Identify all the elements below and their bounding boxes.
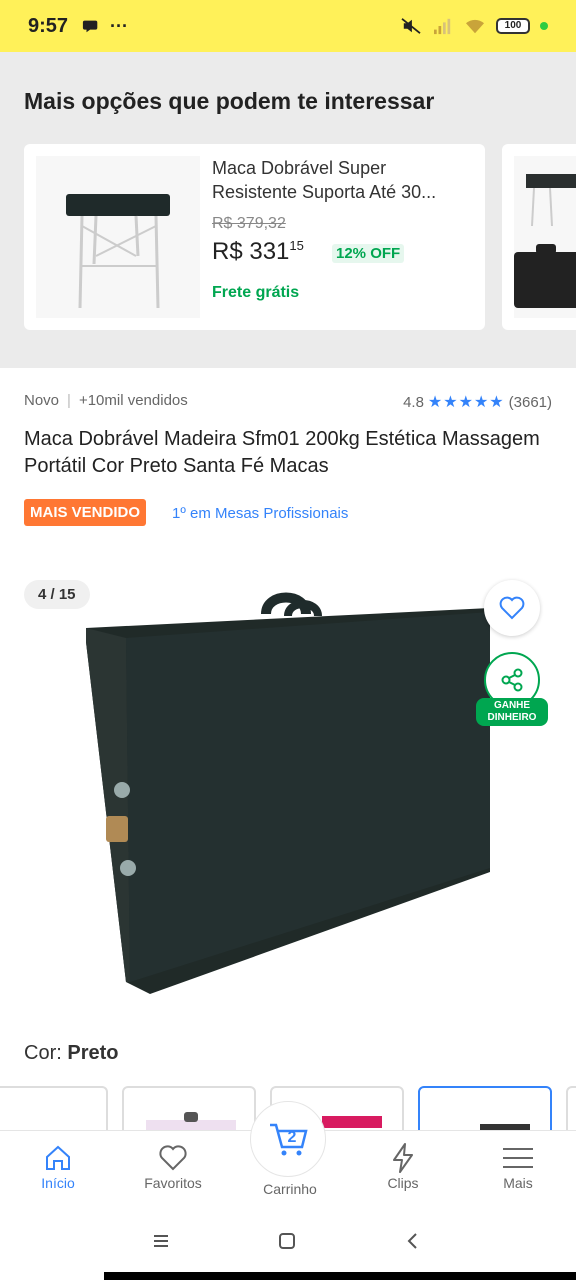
bottom-navigation: Início Favoritos 2 Carrinho Clips Mais (0, 1101, 576, 1214)
battery-indicator: 100 (496, 18, 530, 34)
more-notifications-icon: ··· (110, 15, 129, 36)
image-counter: 4 / 15 (24, 580, 90, 609)
product-title: Maca Dobrável Madeira Sfm01 200kg Estéti… (24, 428, 540, 477)
earn-money-label[interactable]: GANHE DINHEIRO (476, 698, 548, 726)
color-swatch-selected[interactable] (418, 1086, 552, 1136)
gesture-bar (104, 1272, 576, 1280)
color-swatch[interactable] (566, 1086, 576, 1136)
cart-icon: 2 (270, 1123, 308, 1156)
recommendation-name: Maca Dobrável Super Resistente Suporta A… (212, 158, 437, 202)
rating-value: 4.8 (403, 393, 424, 411)
favorite-button[interactable] (484, 580, 540, 636)
rating-count: (3661) (508, 393, 552, 411)
wifi-icon (466, 19, 484, 34)
recommendation-image (36, 156, 200, 318)
color-selector-label: Cor: Preto (24, 1042, 119, 1064)
system-navigation (0, 1214, 576, 1280)
chat-notification-icon (82, 20, 98, 33)
signal-icon (434, 18, 451, 35)
privacy-dot (540, 22, 548, 30)
nav-clips[interactable]: Clips (358, 1141, 448, 1191)
lightning-icon (393, 1143, 413, 1173)
home-system-icon[interactable] (278, 1232, 296, 1250)
back-icon[interactable] (404, 1232, 422, 1250)
nav-home[interactable]: Início (13, 1141, 103, 1191)
cart-count: 2 (288, 1129, 297, 1146)
nav-favorites[interactable]: Favoritos (128, 1141, 218, 1191)
heart-icon (499, 596, 525, 620)
heart-icon (159, 1145, 187, 1171)
category-ranking-link[interactable]: 1º em Mesas Profissionais (172, 505, 348, 522)
nav-more[interactable]: Mais (473, 1141, 563, 1191)
recommendation-discount: 12% OFF (332, 244, 405, 263)
product-condition: Novo (24, 392, 60, 409)
recommendations-title: Mais opções que podem te interessar (24, 88, 435, 114)
product-sold-count: +10mil vendidos (78, 392, 188, 409)
rating-stars-icon: ★★★★★ (427, 394, 505, 411)
status-bar: 9:57 ··· 100 (0, 0, 576, 52)
color-swatch[interactable] (0, 1086, 108, 1136)
share-icon (501, 668, 523, 692)
color-swatch[interactable] (122, 1086, 256, 1136)
recommendation-price: R$ 33115 (212, 238, 304, 265)
mute-icon (401, 18, 421, 34)
nav-cart[interactable]: 2 (250, 1101, 326, 1177)
product-gallery[interactable]: 4 / 15 GANHE DINHEIRO (0, 560, 576, 1020)
recommendation-card-next[interactable] (502, 144, 576, 330)
recommendations-section: Mais opções que podem te interessar Maca… (0, 52, 576, 368)
recommendation-card[interactable]: Maca Dobrável Super Resistente Suporta A… (24, 144, 485, 330)
recommendation-shipping: Frete grátis (212, 284, 300, 301)
nav-cart-label: Carrinho (263, 1181, 317, 1197)
menu-icon (503, 1148, 533, 1168)
status-time: 9:57 (28, 14, 69, 37)
best-seller-badge: MAIS VENDIDO (24, 499, 147, 526)
product-meta: Novo | +10mil vendidos (24, 392, 188, 409)
selected-color: Preto (67, 1042, 119, 1064)
recommendation-old-price: R$ 379,32 (212, 215, 286, 232)
product-rating[interactable]: 4.8 ★★★★★ (3661) (403, 392, 552, 412)
recent-apps-icon[interactable] (152, 1232, 170, 1250)
product-image (86, 592, 490, 994)
home-icon (46, 1145, 70, 1170)
